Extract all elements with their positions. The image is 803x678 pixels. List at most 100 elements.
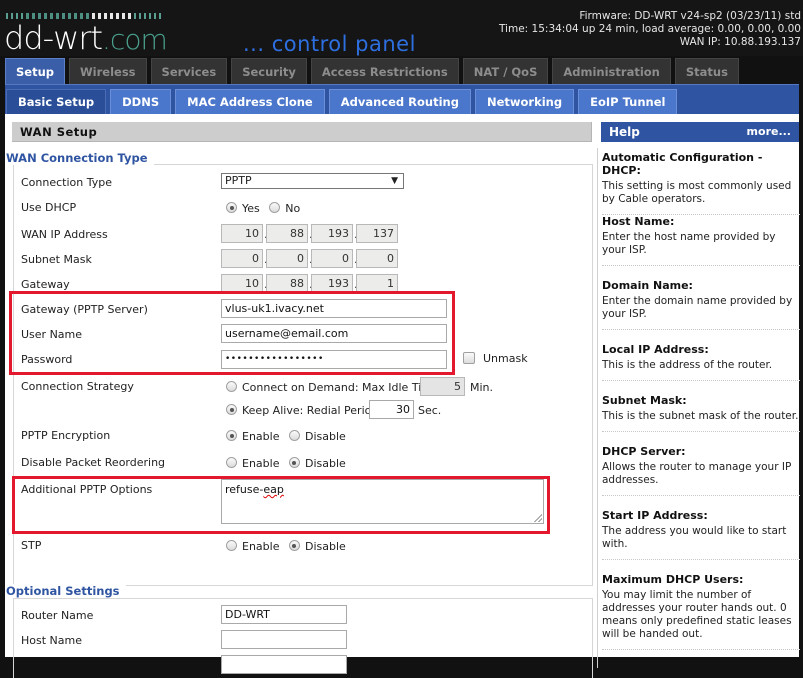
domain-name-input[interactable] bbox=[221, 655, 347, 674]
subtab-advanced-routing[interactable]: Advanced Routing bbox=[328, 89, 471, 115]
subtab-mac-address-clone[interactable]: MAC Address Clone bbox=[175, 89, 325, 115]
min-unit-label: Min. bbox=[470, 381, 494, 394]
keep-alive-option: Keep Alive: Redial Period bbox=[226, 404, 378, 417]
subnet-octet-1[interactable]: 0 bbox=[221, 249, 263, 268]
pptp-encryption-disable-radio[interactable] bbox=[288, 430, 300, 441]
sec-unit-label: Sec. bbox=[418, 404, 442, 417]
stp-enable-radio[interactable] bbox=[226, 540, 237, 551]
subnet-octet-2[interactable]: 0 bbox=[266, 249, 308, 268]
keep-alive-radio[interactable] bbox=[226, 404, 237, 415]
pptp-server-input[interactable]: vlus-uk1.ivacy.net bbox=[221, 299, 447, 318]
connection-type-select[interactable]: PPTP ▼ bbox=[221, 173, 404, 189]
wan-ip-octet-1[interactable]: 10 bbox=[221, 224, 263, 243]
help-title: Help bbox=[609, 125, 640, 139]
disable-label: Disable bbox=[304, 540, 346, 553]
help-more-link[interactable]: more... bbox=[747, 122, 791, 142]
help-entry-title: Domain Name: bbox=[602, 279, 693, 292]
pptp-encryption-radio-group: Enable Disable bbox=[226, 430, 346, 443]
help-entry-text: This setting is most commonly used by Ca… bbox=[602, 180, 792, 205]
tab-status[interactable]: Status bbox=[674, 58, 739, 84]
legend-wan-connection-type: WAN Connection Type bbox=[6, 151, 154, 165]
content-area: WAN Setup WAN Connection Type Connection… bbox=[5, 114, 800, 678]
redial-period-input[interactable]: 30 bbox=[369, 400, 414, 419]
help-entry: Subnet Mask: This is the subnet mask of … bbox=[602, 394, 800, 432]
section-title-wan-setup: WAN Setup bbox=[12, 122, 592, 142]
disable-label: Disable bbox=[304, 457, 346, 470]
use-dhcp-no-radio[interactable] bbox=[269, 202, 281, 213]
help-entry-text: The address you would like to start with… bbox=[602, 525, 787, 550]
resize-grip-icon[interactable] bbox=[534, 514, 542, 522]
help-entry-title: Local IP Address: bbox=[602, 343, 709, 356]
logo: dd-wrt.com bbox=[4, 19, 168, 57]
help-entry: Start IP Address: The address you would … bbox=[602, 509, 800, 560]
unmask-label: Unmask bbox=[483, 352, 528, 365]
label-password: Password bbox=[21, 353, 73, 366]
tab-access-restrictions[interactable]: Access Restrictions bbox=[310, 58, 459, 84]
label-use-dhcp: Use DHCP bbox=[21, 201, 77, 214]
packet-reordering-enable-radio[interactable] bbox=[226, 457, 237, 468]
pptp-encryption-enable-radio[interactable] bbox=[226, 430, 237, 441]
header: dd-wrt.com ... control panel Firmware: D… bbox=[0, 0, 803, 56]
connection-type-value: PPTP bbox=[225, 174, 252, 187]
tab-security[interactable]: Security bbox=[231, 58, 307, 84]
label-stp: STP bbox=[21, 539, 42, 552]
stp-disable-radio[interactable] bbox=[288, 540, 300, 551]
no-label: No bbox=[285, 202, 301, 215]
connect-on-demand-label: Connect on Demand: Max Idle Time bbox=[242, 381, 439, 394]
subnet-octet-3[interactable]: 0 bbox=[311, 249, 353, 268]
router-name-input[interactable]: DD-WRT bbox=[221, 605, 347, 624]
subnet-octet-4[interactable]: 0 bbox=[356, 249, 398, 268]
label-router-name: Router Name bbox=[21, 609, 94, 622]
tab-setup[interactable]: Setup bbox=[5, 58, 65, 86]
subtab-eoip-tunnel[interactable]: EoIP Tunnel bbox=[578, 89, 678, 115]
use-dhcp-radio-group: Yes No bbox=[226, 202, 300, 215]
max-idle-time-input[interactable]: 5 bbox=[420, 377, 465, 396]
enable-label: Enable bbox=[242, 457, 280, 470]
label-host-name: Host Name bbox=[21, 634, 82, 647]
help-entry: Automatic Configuration - DHCP: This set… bbox=[602, 151, 800, 215]
label-connection-type: Connection Type bbox=[21, 176, 113, 189]
tab-nat-qos[interactable]: NAT / QoS bbox=[462, 58, 549, 84]
help-entry: DHCP Server: Allows the router to manage… bbox=[602, 445, 800, 496]
help-entry-title: Maximum DHCP Users: bbox=[602, 573, 744, 586]
connect-on-demand-option: Connect on Demand: Max Idle Time bbox=[226, 381, 439, 394]
help-entry-text: This is the address of the router. bbox=[602, 359, 773, 371]
username-input[interactable]: username@email.com bbox=[221, 324, 447, 343]
additional-pptp-options-textarea[interactable]: refuse-eap bbox=[221, 479, 544, 524]
wan-ip-octet-3[interactable]: 193 bbox=[311, 224, 353, 243]
help-entry-title: DHCP Server: bbox=[602, 445, 686, 458]
label-wan-ip: WAN IP Address bbox=[21, 228, 108, 241]
label-connection-strategy: Connection Strategy bbox=[21, 380, 134, 393]
label-additional-pptp-options: Additional PPTP Options bbox=[21, 483, 153, 496]
label-user-name: User Name bbox=[21, 328, 83, 341]
legend-optional-settings: Optional Settings bbox=[6, 584, 126, 598]
subtab-ddns[interactable]: DDNS bbox=[110, 89, 172, 115]
tab-administration[interactable]: Administration bbox=[552, 58, 671, 84]
disable-label: Disable bbox=[304, 430, 346, 443]
unmask-checkbox[interactable] bbox=[463, 352, 475, 364]
help-entry: Local IP Address: This is the address of… bbox=[602, 343, 800, 381]
label-gateway: Gateway bbox=[21, 278, 70, 291]
uptime: Time: 15:34:04 up 24 min, load average: … bbox=[498, 23, 801, 35]
connect-on-demand-radio[interactable] bbox=[226, 381, 237, 392]
host-name-input[interactable] bbox=[221, 630, 347, 649]
help-header: Help more... bbox=[601, 122, 799, 142]
help-entry: Maximum DHCP Users: You may limit the nu… bbox=[602, 573, 800, 650]
help-entry-text: Enter the host name provided by your ISP… bbox=[602, 231, 776, 256]
subtab-networking[interactable]: Networking bbox=[474, 89, 575, 115]
label-disable-packet-reordering: Disable Packet Reordering bbox=[21, 456, 166, 469]
tab-services[interactable]: Services bbox=[150, 58, 228, 84]
packet-reordering-disable-radio[interactable] bbox=[288, 457, 300, 468]
tab-wireless[interactable]: Wireless bbox=[69, 58, 147, 84]
help-entry-text: You may limit the number of addresses yo… bbox=[602, 589, 792, 640]
subtab-basic-setup[interactable]: Basic Setup bbox=[6, 89, 107, 115]
help-entry: Domain Name: Enter the domain name provi… bbox=[602, 279, 800, 330]
help-entry: Host Name: Enter the host name provided … bbox=[602, 215, 800, 266]
wan-ip-octet-4[interactable]: 137 bbox=[356, 224, 398, 243]
password-input[interactable]: ••••••••••••••••• bbox=[221, 350, 447, 369]
wan-ip-octet-2[interactable]: 88 bbox=[266, 224, 308, 243]
dropdown-arrow-icon: ▼ bbox=[391, 176, 398, 186]
use-dhcp-yes-radio[interactable] bbox=[226, 202, 237, 213]
enable-label: Enable bbox=[242, 430, 280, 443]
sub-tab-bar: Basic Setup DDNS MAC Address Clone Advan… bbox=[5, 84, 799, 115]
